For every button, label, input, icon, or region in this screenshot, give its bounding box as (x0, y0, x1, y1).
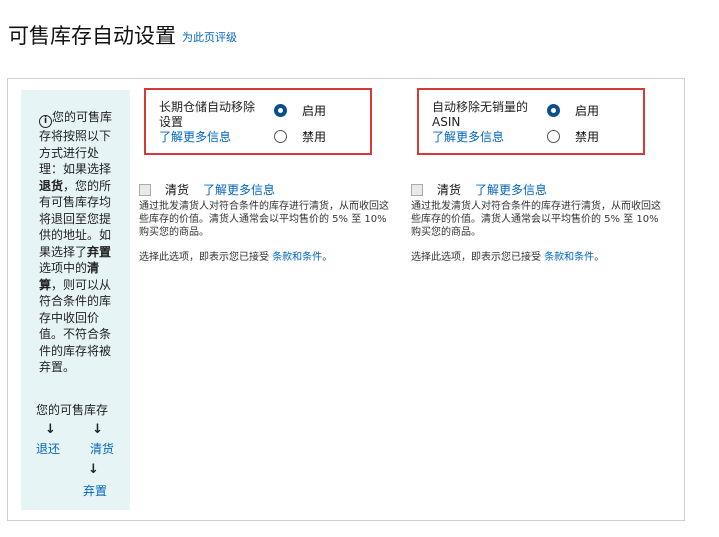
radio-unselected-icon[interactable] (274, 130, 287, 143)
info-bold-dispose: 弃置 (87, 244, 112, 259)
disable-label: 禁用 (575, 130, 600, 144)
arrow-down-icon: ↓ (88, 462, 99, 477)
liquidation-description: 通过批发清货人对符合条件的库存进行清货，从而收回这些库存的价值。清货人通常会以平… (139, 201, 389, 238)
unsold-asin-setting: 自动移除无销量的 ASIN 了解更多信息 启用 禁用 (417, 88, 645, 155)
terms-prefix: 选择此选项，即表示您已接受 (411, 252, 541, 263)
inventory-flow-diagram: 您的可售库存 ↓ ↓ 退还 清货 ↓ 弃置 (36, 402, 122, 500)
liquidation-learn-more-link[interactable]: 了解更多信息 (203, 181, 275, 198)
info-bold-return: 退货 (39, 178, 64, 193)
liquidation-option: 清货 了解更多信息 (411, 181, 673, 198)
info-text-part: 选项中的 (39, 261, 88, 275)
flow-return-link[interactable]: 退还 (36, 441, 60, 458)
terms-prefix: 选择此选项，即表示您已接受 (139, 252, 269, 263)
long-term-storage-column: 长期仓储自动移除设置 了解更多信息 启用 禁用 清货 了解更多信息 通过批发清货… (139, 88, 401, 263)
radio-unselected-icon[interactable] (547, 130, 560, 143)
flow-liquidate-link[interactable]: 清货 (90, 441, 114, 458)
unsold-asin-column: 自动移除无销量的 ASIN 了解更多信息 启用 禁用 清货 了解更多信息 通过批… (411, 88, 673, 263)
flow-dispose-link[interactable]: 弃置 (83, 483, 122, 500)
liquidation-label: 清货 (165, 183, 190, 197)
liquidation-checkbox[interactable] (411, 183, 423, 196)
enable-label: 启用 (575, 104, 600, 118)
disable-label: 禁用 (302, 130, 327, 144)
enable-label: 启用 (302, 104, 327, 118)
flow-top-label: 您的可售库存 (36, 402, 109, 417)
setting-label: 长期仓储自动移除设置 了解更多信息 (159, 100, 259, 145)
info-sidebar: i 您的可售库存将按照以下方式进行处理：如果选择退货，您的所有可售库存均将退回至您… (21, 90, 130, 510)
rate-page-link[interactable]: 为此页评级 (182, 31, 237, 44)
enable-radio-option[interactable]: 启用 (547, 102, 599, 119)
enable-radio-option[interactable]: 启用 (274, 102, 326, 119)
terms-suffix: 。 (322, 252, 333, 263)
setting-label: 自动移除无销量的 ASIN 了解更多信息 (432, 100, 532, 145)
flow-arrows: ↓ ↓ (45, 422, 103, 439)
setting-label-text: 长期仓储自动移除设置 (159, 100, 256, 129)
info-text: i 您的可售库存将按照以下方式进行处理：如果选择退货，您的所有可售库存均将退回至您… (39, 109, 122, 376)
info-icon: i (39, 115, 52, 128)
long-term-storage-setting: 长期仓储自动移除设置 了解更多信息 启用 禁用 (144, 88, 372, 155)
terms-link[interactable]: 条款和条件 (544, 252, 594, 263)
disable-radio-option[interactable]: 禁用 (547, 128, 599, 145)
terms-suffix: 。 (594, 252, 605, 263)
disable-radio-option[interactable]: 禁用 (274, 128, 326, 145)
setting-label-text: 自动移除无销量的 ASIN (432, 100, 529, 129)
liquidation-learn-more-link[interactable]: 了解更多信息 (475, 181, 547, 198)
liquidation-option: 清货 了解更多信息 (139, 181, 401, 198)
arrow-down-icon: ↓ (45, 422, 56, 437)
terms-link[interactable]: 条款和条件 (272, 252, 322, 263)
page-title-text: 可售库存自动设置 (8, 24, 176, 48)
terms-notice: 选择此选项，即表示您已接受 条款和条件。 (411, 248, 673, 263)
radio-selected-icon[interactable] (547, 104, 560, 117)
learn-more-link[interactable]: 了解更多信息 (159, 130, 259, 145)
terms-notice: 选择此选项，即表示您已接受 条款和条件。 (139, 248, 401, 263)
page-title: 可售库存自动设置 为此页评级 (8, 20, 237, 50)
arrow-down-icon: ↓ (92, 422, 103, 437)
liquidation-checkbox[interactable] (139, 183, 151, 196)
radio-selected-icon[interactable] (274, 104, 287, 117)
liquidation-label: 清货 (437, 183, 462, 197)
liquidation-description: 通过批发清货人对符合条件的库存进行清货，从而收回这些库存的价值。清货人通常会以平… (411, 201, 661, 238)
flow-row: 退还 清货 (36, 441, 114, 458)
learn-more-link[interactable]: 了解更多信息 (432, 130, 532, 145)
settings-panel: i 您的可售库存将按照以下方式进行处理：如果选择退货，您的所有可售库存均将退回至您… (7, 78, 685, 521)
